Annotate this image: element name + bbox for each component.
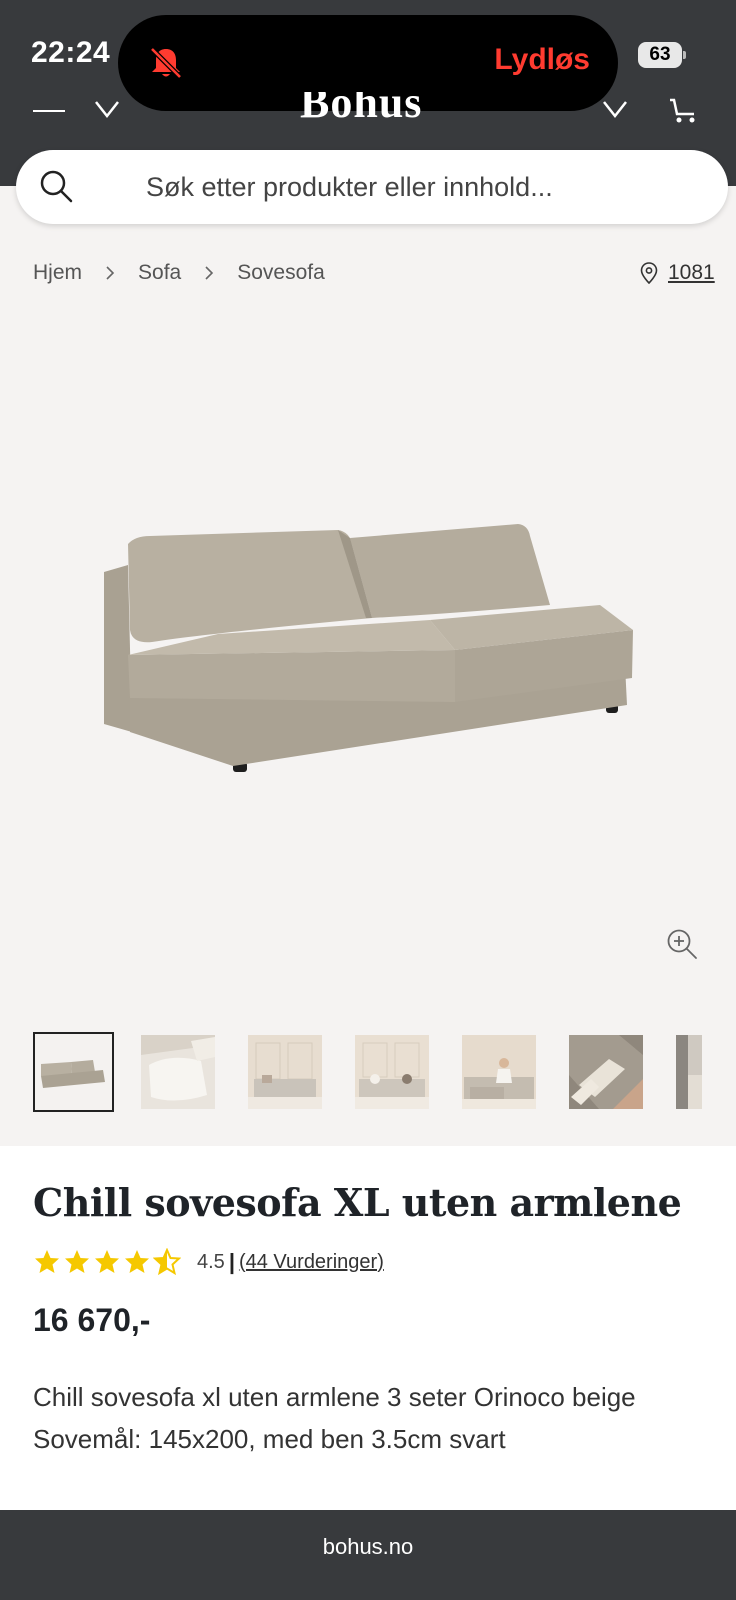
url-text[interactable]: bohus.no bbox=[0, 1534, 736, 1560]
chevron-down-icon[interactable] bbox=[94, 98, 120, 120]
thumbnail-image[interactable] bbox=[248, 1035, 322, 1109]
search-icon[interactable] bbox=[38, 168, 74, 204]
reviews-link[interactable]: (44 Vurderinger) bbox=[239, 1251, 384, 1274]
star-half-icon bbox=[153, 1248, 181, 1276]
bell-slash-icon bbox=[150, 47, 182, 79]
battery-indicator: 63 bbox=[638, 42, 686, 68]
chevron-down-icon[interactable] bbox=[602, 98, 628, 120]
breadcrumb-home[interactable]: Hjem bbox=[33, 261, 82, 285]
store-location[interactable]: 1081 bbox=[640, 258, 715, 288]
star-filled-icon bbox=[65, 1250, 89, 1273]
rating-row: 4.5 | (44 Vurderinger) bbox=[33, 1246, 384, 1278]
thumbnail-strip bbox=[33, 1032, 736, 1112]
search-bar[interactable] bbox=[16, 150, 728, 224]
description-line: Sovemål: 145x200, med ben 3.5cm svart bbox=[33, 1424, 506, 1454]
postal-code-link[interactable]: 1081 bbox=[668, 261, 715, 285]
thumbnail-image[interactable] bbox=[462, 1035, 536, 1109]
star-filled-icon bbox=[125, 1250, 149, 1273]
status-time: 22:24 bbox=[31, 36, 111, 69]
rating-separator: | bbox=[228, 1249, 235, 1274]
search-input[interactable] bbox=[146, 162, 686, 212]
zoom-in-icon[interactable] bbox=[666, 928, 698, 960]
thumbnail-image[interactable] bbox=[569, 1035, 643, 1109]
star-filled-icon bbox=[95, 1250, 119, 1273]
location-pin-icon bbox=[640, 262, 658, 284]
product-description: Chill sovesofa xl uten armlene 3 seter O… bbox=[33, 1376, 703, 1460]
chevron-right-icon bbox=[106, 266, 115, 280]
breadcrumb: Hjem Sofa Sovesofa bbox=[33, 258, 325, 288]
thumbnail-image[interactable] bbox=[33, 1032, 114, 1112]
battery-level: 63 bbox=[638, 42, 682, 68]
thumbnail-image[interactable] bbox=[355, 1035, 429, 1109]
chevron-right-icon bbox=[205, 266, 214, 280]
breadcrumb-sovesofa[interactable]: Sovesofa bbox=[237, 261, 325, 285]
thumbnail-image[interactable] bbox=[141, 1035, 215, 1109]
description-line: Chill sovesofa xl uten armlene 3 seter O… bbox=[33, 1382, 636, 1412]
silent-mode-label: Lydløs bbox=[494, 43, 590, 76]
product-main-image[interactable] bbox=[0, 300, 736, 1000]
browser-address-bar[interactable]: bohus.no bbox=[0, 1510, 736, 1600]
product-title: Chill sovesofa XL uten armlene bbox=[33, 1180, 682, 1225]
site-nav: Bohus bbox=[0, 92, 736, 132]
menu-icon[interactable] bbox=[33, 110, 65, 112]
thumbnail-image[interactable] bbox=[676, 1035, 702, 1109]
cart-icon[interactable] bbox=[668, 98, 698, 124]
product-info: Chill sovesofa XL uten armlene 4.5 | (44… bbox=[0, 1146, 736, 1510]
product-price: 16 670,- bbox=[33, 1302, 151, 1338]
breadcrumb-sofa[interactable]: Sofa bbox=[138, 261, 181, 285]
rating-value: 4.5 bbox=[197, 1250, 225, 1273]
star-filled-icon bbox=[35, 1250, 59, 1273]
site-logo[interactable]: Bohus bbox=[300, 92, 440, 124]
